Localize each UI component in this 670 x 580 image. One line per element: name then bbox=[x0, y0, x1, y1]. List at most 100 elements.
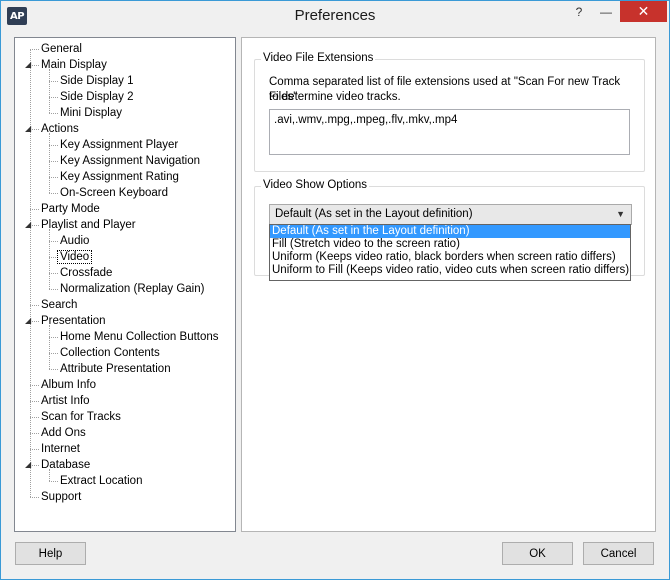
dropdown-option[interactable]: Uniform to Fill (Keeps video ratio, vide… bbox=[270, 264, 630, 277]
tree-item[interactable]: Extract Location bbox=[58, 473, 144, 489]
tree-item[interactable]: ◢ Actions bbox=[25, 121, 81, 137]
tree-item[interactable]: Mini Display bbox=[58, 105, 124, 121]
tree-item[interactable]: Attribute Presentation bbox=[58, 361, 173, 377]
tree-item-label: Internet bbox=[41, 443, 80, 455]
tree-connector bbox=[30, 433, 39, 434]
tree-connector bbox=[49, 481, 58, 482]
tree-item[interactable]: General bbox=[39, 41, 84, 57]
tree-item[interactable]: On-Screen Keyboard bbox=[58, 185, 170, 201]
tree-item[interactable]: Collection Contents bbox=[58, 345, 162, 361]
tree-item[interactable]: Artist Info bbox=[39, 393, 92, 409]
tree-connector bbox=[49, 69, 50, 113]
tree-item[interactable]: ◢ Database bbox=[25, 457, 92, 473]
tree-connector bbox=[49, 97, 58, 98]
tree-item-label: Album Info bbox=[41, 379, 96, 391]
tree-item-label: Side Display 2 bbox=[60, 91, 134, 103]
title-bar[interactable]: AP Preferences ? — ✕ bbox=[1, 1, 669, 32]
tree-connector bbox=[30, 417, 39, 418]
tree-item-label: Video bbox=[56, 250, 93, 264]
tree-item-label: Actions bbox=[41, 123, 79, 135]
tree-item[interactable]: Support bbox=[39, 489, 83, 505]
tree-connector bbox=[49, 145, 58, 146]
tree-item[interactable]: Key Assignment Navigation bbox=[58, 153, 202, 169]
tree-connector bbox=[30, 209, 39, 210]
tree-item[interactable]: Key Assignment Player bbox=[58, 137, 180, 153]
tree-item-label: Side Display 1 bbox=[60, 75, 134, 87]
extensions-description-line2: to determine video tracks. bbox=[269, 91, 401, 103]
video-show-dropdown[interactable]: Default (As set in the Layout definition… bbox=[269, 224, 631, 281]
tree-item[interactable]: Normalization (Replay Gain) bbox=[58, 281, 206, 297]
tree-item-label: Extract Location bbox=[60, 475, 143, 487]
preferences-tree[interactable]: General ◢ Main Display Side Display 1 Side D… bbox=[14, 37, 236, 532]
expand-arrow-icon[interactable]: ◢ bbox=[25, 220, 35, 230]
tree-item[interactable]: Home Menu Collection Buttons bbox=[58, 329, 221, 345]
tree-item[interactable]: Side Display 2 bbox=[58, 89, 136, 105]
tree-item-label: Normalization (Replay Gain) bbox=[60, 283, 205, 295]
tree-connector bbox=[30, 49, 31, 497]
tree-connector bbox=[30, 401, 39, 402]
video-extensions-group: Video File Extensions Comma separated li… bbox=[254, 52, 645, 172]
dropdown-option[interactable]: Fill (Stretch video to the screen ratio) bbox=[270, 238, 630, 251]
expand-arrow-icon[interactable]: ◢ bbox=[25, 124, 35, 134]
tree-connector bbox=[49, 289, 58, 290]
tree-item-label: Home Menu Collection Buttons bbox=[60, 331, 219, 343]
tree-item-label: Support bbox=[41, 491, 82, 503]
tree-item[interactable]: Album Info bbox=[39, 377, 98, 393]
tree-item-label: Key Assignment Navigation bbox=[60, 155, 200, 167]
expand-arrow-icon[interactable]: ◢ bbox=[25, 60, 35, 70]
tree-item[interactable]: Party Mode bbox=[39, 201, 102, 217]
tree-item-label: Add Ons bbox=[41, 427, 86, 439]
tree-item-label: Scan for Tracks bbox=[41, 411, 121, 423]
tree-item-label: Key Assignment Rating bbox=[60, 171, 179, 183]
tree-item-label: Party Mode bbox=[41, 203, 100, 215]
tree-item[interactable]: Side Display 1 bbox=[58, 73, 136, 89]
tree-connector bbox=[49, 353, 58, 354]
tree-connector bbox=[30, 497, 39, 498]
minimize-icon[interactable]: — bbox=[593, 1, 619, 22]
help-button[interactable]: Help bbox=[15, 542, 86, 565]
tree-item-label: Database bbox=[41, 459, 91, 471]
tree-item-label: Mini Display bbox=[60, 107, 122, 119]
settings-panel: Video File Extensions Comma separated li… bbox=[241, 37, 656, 532]
tree-connector bbox=[49, 325, 50, 369]
tree-connector bbox=[49, 229, 50, 289]
tree-connector bbox=[49, 369, 58, 370]
help-icon[interactable]: ? bbox=[567, 1, 591, 22]
tree-item-label: Playlist and Player bbox=[41, 219, 136, 231]
chevron-down-icon: ▼ bbox=[616, 209, 625, 219]
expand-arrow-icon[interactable]: ◢ bbox=[25, 460, 35, 470]
tree-item-label: Collection Contents bbox=[60, 347, 160, 359]
video-show-select[interactable]: Default (As set in the Layout definition… bbox=[269, 204, 632, 225]
tree-connector bbox=[30, 385, 39, 386]
dropdown-option[interactable]: Default (As set in the Layout definition… bbox=[270, 225, 630, 238]
video-show-options-title: Video Show Options bbox=[261, 179, 369, 191]
tree-item[interactable]: Key Assignment Rating bbox=[58, 169, 181, 185]
tree-item[interactable]: Crossfade bbox=[58, 265, 114, 281]
close-icon[interactable]: ✕ bbox=[620, 1, 667, 22]
tree-connector bbox=[49, 113, 58, 114]
tree-connector bbox=[49, 257, 58, 258]
video-show-selected-value: Default (As set in the Layout definition… bbox=[275, 208, 473, 220]
ok-button[interactable]: OK bbox=[502, 542, 573, 565]
tree-item-label: General bbox=[41, 43, 82, 55]
tree-item[interactable]: ◢ Playlist and Player bbox=[25, 217, 138, 233]
tree-item[interactable]: Audio bbox=[58, 233, 91, 249]
tree-item[interactable]: Internet bbox=[39, 441, 82, 457]
tree-item[interactable]: Add Ons bbox=[39, 425, 88, 441]
tree-connector bbox=[30, 449, 39, 450]
tree-connector bbox=[49, 337, 58, 338]
dropdown-option[interactable]: Uniform (Keeps video ratio, black border… bbox=[270, 251, 630, 264]
tree-item[interactable]: Scan for Tracks bbox=[39, 409, 123, 425]
preferences-window: AP Preferences ? — ✕ General ◢ Main Displa… bbox=[0, 0, 670, 580]
tree-item-label: Key Assignment Player bbox=[60, 139, 179, 151]
tree-item-label: Crossfade bbox=[60, 267, 113, 279]
tree-item-label: Audio bbox=[60, 235, 90, 247]
tree-connector bbox=[49, 193, 58, 194]
tree-item[interactable]: Video bbox=[56, 249, 93, 265]
tree-connector bbox=[49, 161, 58, 162]
cancel-button[interactable]: Cancel bbox=[583, 542, 654, 565]
extensions-input[interactable]: .avi,.wmv,.mpg,.mpeg,.flv,.mkv,.mp4 bbox=[269, 109, 630, 155]
video-extensions-title: Video File Extensions bbox=[261, 52, 376, 64]
tree-item[interactable]: Search bbox=[39, 297, 79, 313]
expand-arrow-icon[interactable]: ◢ bbox=[25, 316, 35, 326]
